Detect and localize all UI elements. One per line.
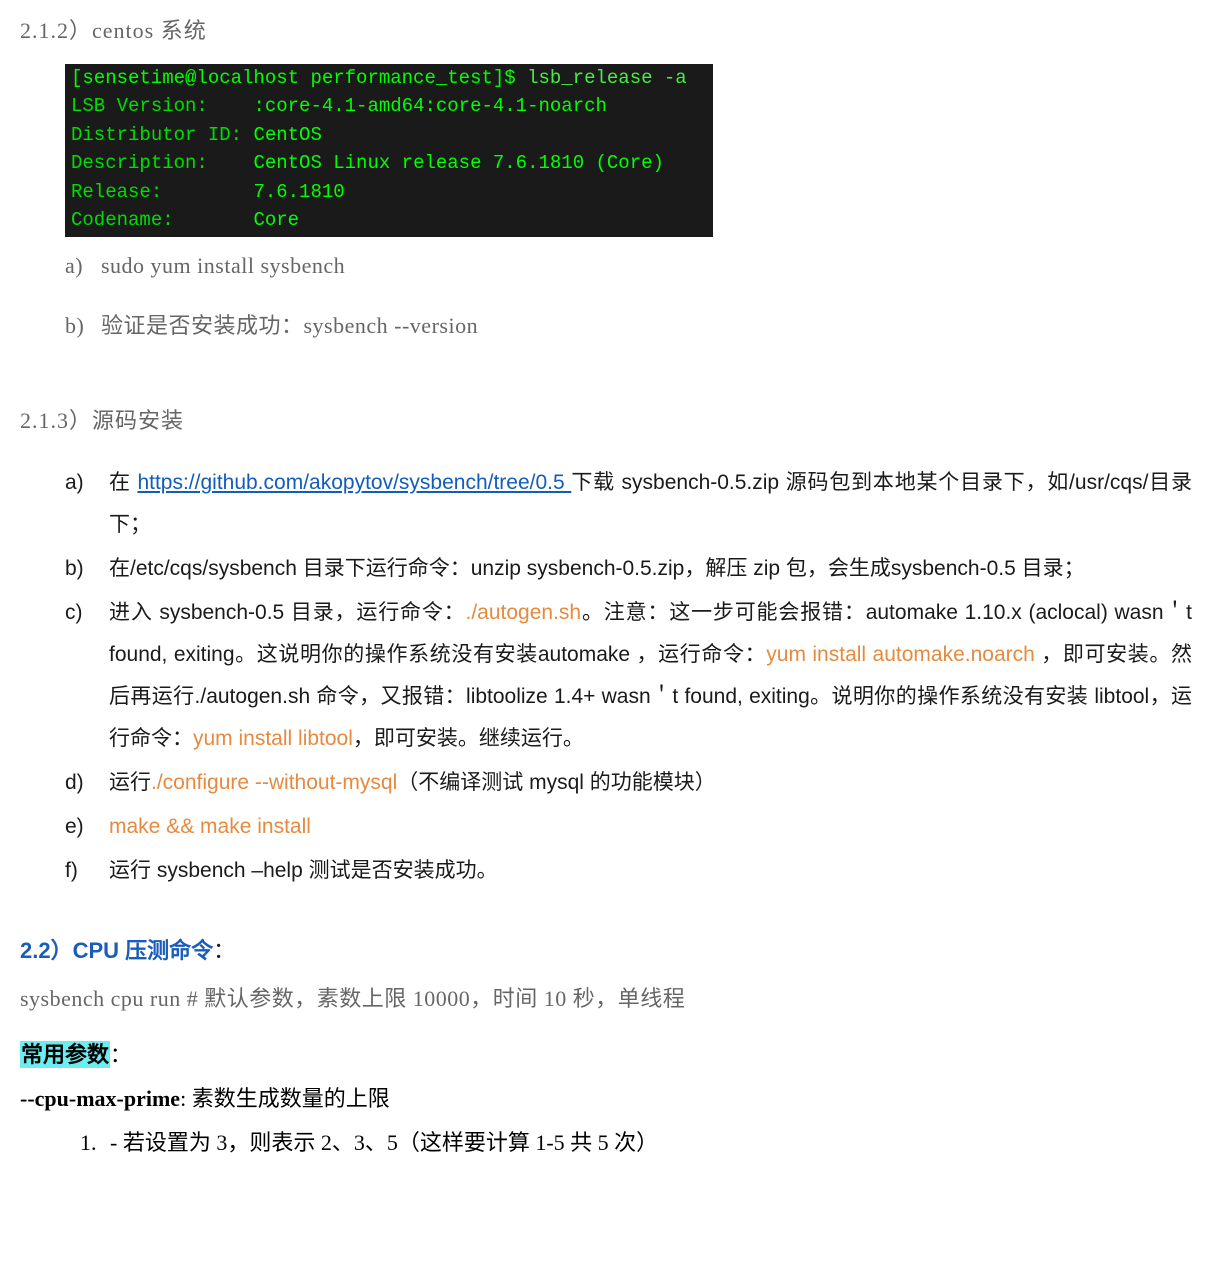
list-marker: f) (65, 850, 109, 892)
list-item: d) 运行./configure --without-mysql（不编译测试 m… (65, 762, 1192, 804)
terminal-row-value: 7.6.1810 (253, 181, 344, 203)
terminal-row-label: Distributor ID: (71, 124, 242, 146)
text-fragment: 运行 (109, 771, 151, 794)
terminal-row-label: LSB Version: (71, 95, 208, 117)
text-fragment: 进入 sysbench-0.5 目录，运行命令： (109, 601, 466, 624)
text-fragment: （不编译测试 mysql 的功能模块） (397, 771, 716, 794)
command-text: yum install automake.noarch (766, 643, 1035, 666)
terminal-row-pad (208, 152, 254, 174)
list-marker: d) (65, 762, 109, 804)
terminal-command: lsb_release -a (527, 67, 687, 89)
list-marker: b) (65, 305, 101, 347)
text-fragment: ，即可安装。继续运行。 (353, 727, 584, 750)
command-line: sysbench cpu run # 默认参数，素数上限 10000，时间 10… (20, 978, 1192, 1020)
param-name: --cpu-max-prime (20, 1086, 180, 1111)
list-marker: 1. (80, 1122, 110, 1164)
list-item: c) 进入 sysbench-0.5 目录，运行命令：./autogen.sh。… (65, 592, 1192, 760)
param-desc: : 素数生成数量的上限 (180, 1086, 390, 1111)
terminal-block: [sensetime@localhost performance_test]$ … (65, 64, 713, 237)
github-link[interactable]: https://github.com/akopytov/sysbench/tre… (137, 471, 571, 494)
command-text: make && make install (109, 815, 311, 838)
list-marker: b) (65, 548, 109, 590)
terminal-row-pad (242, 124, 253, 146)
terminal-row-value: Core (253, 209, 299, 231)
command-text: ./configure --without-mysql (151, 771, 397, 794)
list-marker: c) (65, 592, 109, 760)
param-line: --cpu-max-prime: 素数生成数量的上限 (20, 1078, 1192, 1120)
terminal-row-value: CentOS Linux release 7.6.1810 (Core) (253, 152, 663, 174)
section-22-heading: 2.2）CPU 压测命令 (20, 938, 213, 963)
list-marker: e) (65, 806, 109, 848)
list-item: a)sudo yum install sysbench (65, 245, 1192, 287)
terminal-row-label: Description: (71, 152, 208, 174)
colon: ： (110, 1043, 131, 1067)
terminal-row-value: :core-4.1-amd64:core-4.1-noarch (253, 95, 606, 117)
list-text: 运行 sysbench –help 测试是否安装成功。 (109, 850, 1192, 892)
terminal-row-label: Codename: (71, 209, 174, 231)
colon: ： (213, 938, 235, 963)
list-text: 在/etc/cqs/sysbench 目录下运行命令：unzip sysbenc… (109, 548, 1192, 590)
terminal-row-label: Release: (71, 181, 162, 203)
list-text: 验证是否安装成功：sysbench --version (101, 313, 478, 338)
command-text: yum install libtool (193, 727, 353, 750)
terminal-row-value: CentOS (253, 124, 321, 146)
list-marker: a) (65, 245, 101, 287)
list-item: a) 在 https://github.com/akopytov/sysbenc… (65, 462, 1192, 546)
text-fragment: 在 (109, 471, 137, 494)
section-213-heading: 2.1.3）源码安装 (20, 400, 1192, 442)
numbered-sub-item: 1.- 若设置为 3，则表示 2、3、5（这样要计算 1-5 共 5 次） (80, 1122, 1192, 1164)
list-item: e) make && make install (65, 806, 1192, 848)
command-text: ./autogen.sh (466, 601, 582, 624)
section-212-heading: 2.1.2）centos 系统 (20, 10, 1192, 52)
highlight-label: 常用参数 (20, 1041, 110, 1068)
terminal-row-pad (162, 181, 253, 203)
list-item: b)验证是否安装成功：sysbench --version (65, 305, 1192, 347)
list-text: sudo yum install sysbench (101, 253, 345, 278)
list-marker: a) (65, 462, 109, 546)
list-text: - 若设置为 3，则表示 2、3、5（这样要计算 1-5 共 5 次） (110, 1130, 658, 1155)
terminal-row-pad (174, 209, 254, 231)
list-item: f) 运行 sysbench –help 测试是否安装成功。 (65, 850, 1192, 892)
terminal-prompt: [sensetime@localhost performance_test]$ (71, 67, 527, 89)
terminal-row-pad (208, 95, 254, 117)
list-item: b) 在/etc/cqs/sysbench 目录下运行命令：unzip sysb… (65, 548, 1192, 590)
